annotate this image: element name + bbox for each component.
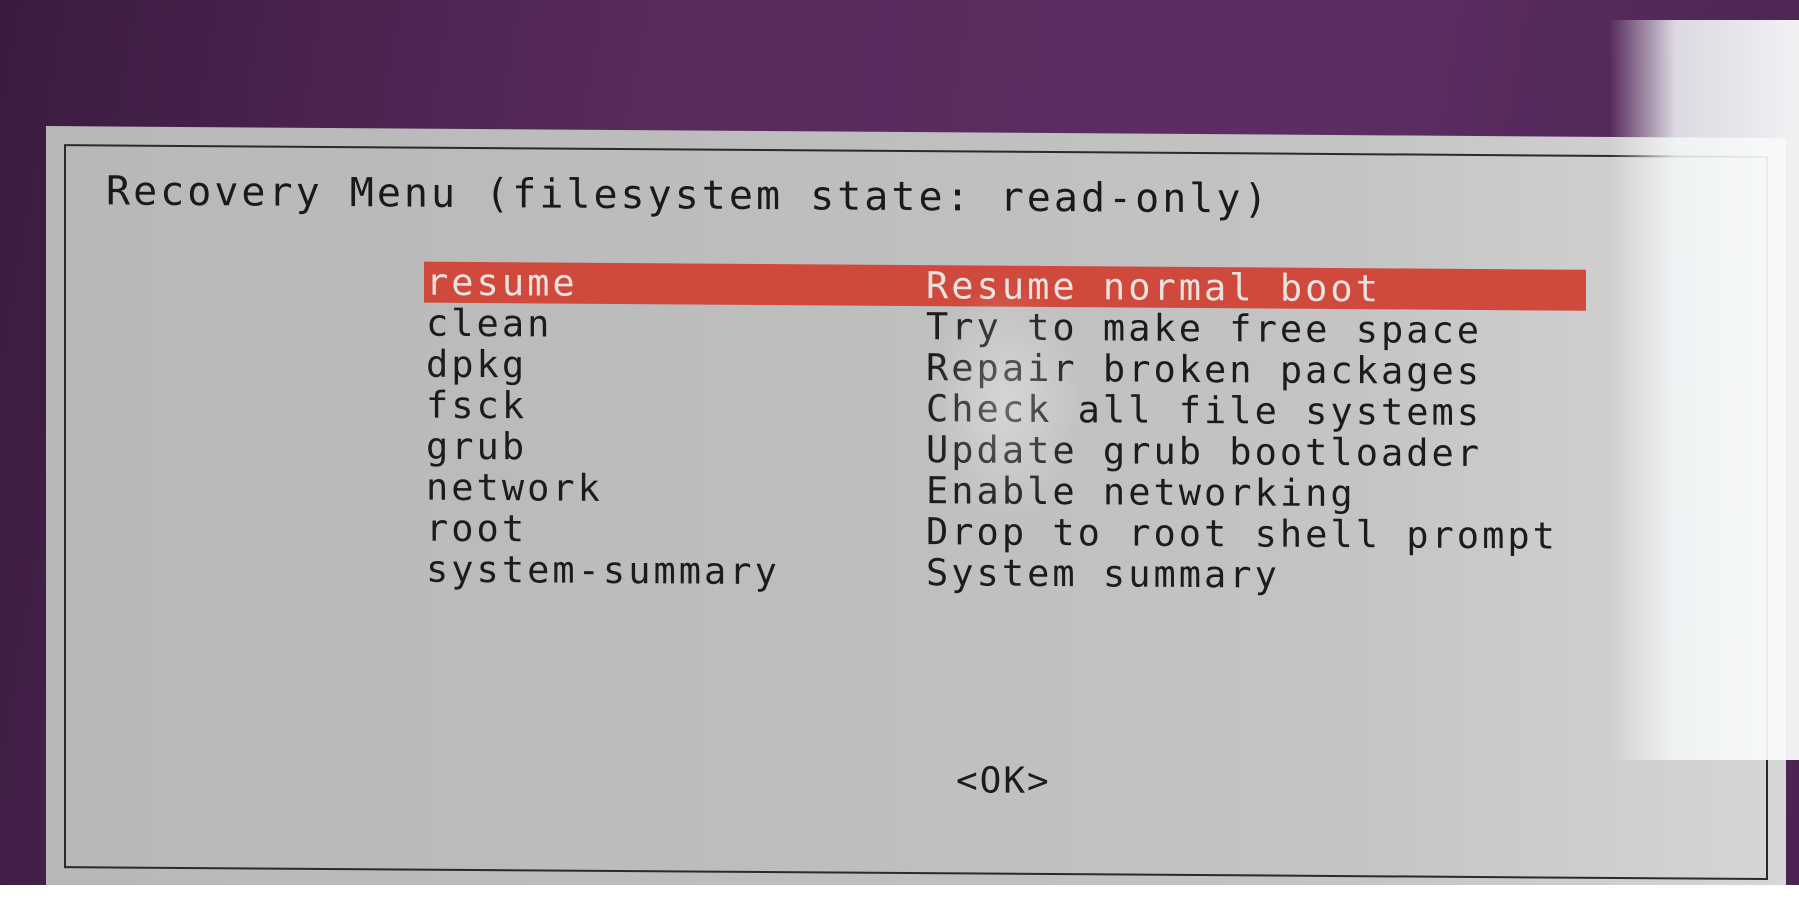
screen-background: Recovery Menu (filesystem state: read-on… [0,0,1799,895]
menu-item-key: resume [426,260,578,305]
menu-item-key: fsck [426,383,528,428]
menu-item-system-summary[interactable]: system-summary System summary [424,547,1586,598]
menu-item-description: System summary [926,551,1280,597]
menu-item-key: clean [426,301,553,346]
menu-item-key: dpkg [426,342,528,387]
menu-item-key: system-summary [426,547,780,594]
menu-item-description: Drop to root shell prompt [926,510,1558,558]
ok-button[interactable]: <OK> [956,760,1051,802]
menu-item-description: Repair broken packages [926,346,1483,394]
menu-item-description: Enable networking [926,469,1356,516]
dialog-title: Recovery Menu (filesystem state: read-on… [106,168,1271,223]
menu-item-key: network [426,465,603,510]
menu-item-key: root [426,506,528,551]
recovery-menu-list: resume Resume normal boot clean Try to m… [424,260,1586,598]
menu-item-description: Check all file systems [926,387,1483,435]
menu-item-description: Try to make free space [926,305,1483,353]
photo-border [0,885,1799,906]
menu-item-description: Update grub bootloader [926,428,1483,476]
recovery-dialog: Recovery Menu (filesystem state: read-on… [46,126,1786,895]
menu-item-description: Resume normal boot [926,264,1381,311]
menu-item-key: grub [426,424,528,469]
